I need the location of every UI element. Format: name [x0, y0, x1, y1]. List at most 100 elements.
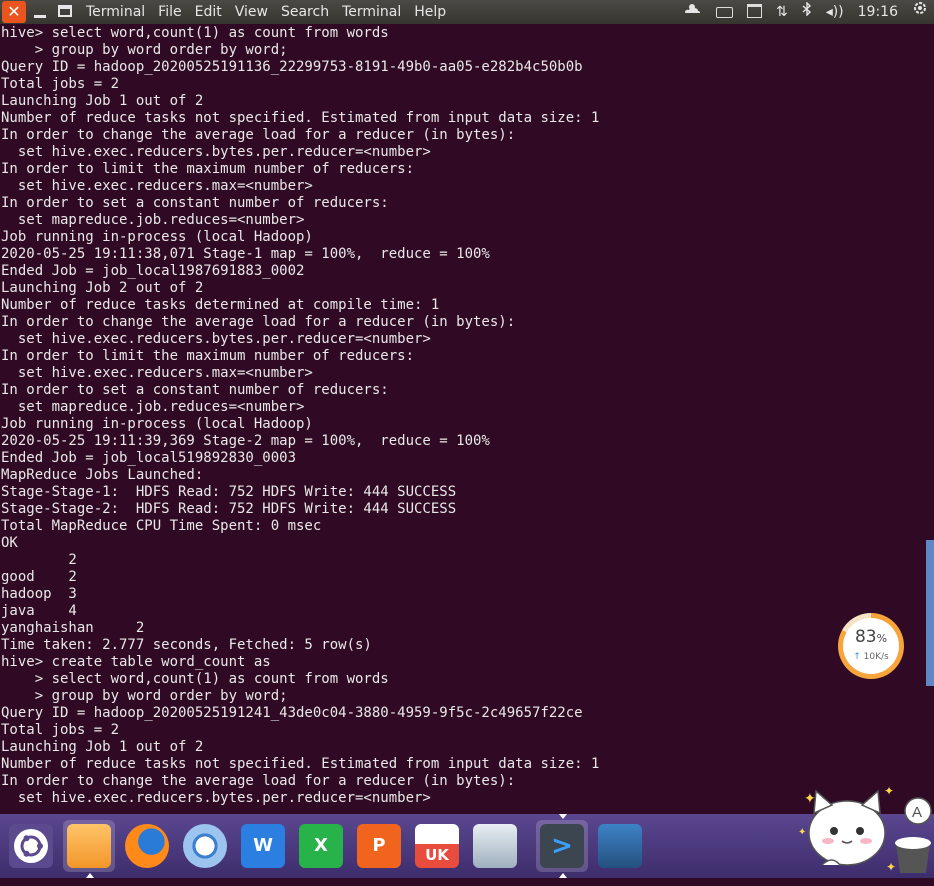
- close-window-button[interactable]: ✕: [2, 1, 26, 23]
- weather-icon[interactable]: [682, 0, 702, 24]
- close-icon: ✕: [7, 2, 21, 21]
- dock-item-terminal[interactable]: >: [536, 814, 588, 878]
- terminal-line: In order to set a constant number of red…: [1, 382, 389, 398]
- ubuntu-kylin-uk-icon: UK: [415, 824, 459, 868]
- dock-item-files[interactable]: [63, 820, 115, 878]
- memory-usage-percent: 83%: [854, 627, 888, 647]
- upload-arrow-icon: ↑: [853, 652, 861, 662]
- keyboard-icon[interactable]: [715, 0, 733, 24]
- terminal-line: In order to change the average load for …: [1, 127, 516, 143]
- dock-item-writer[interactable]: W: [237, 820, 289, 872]
- terminal-line: set hive.exec.reducers.bytes.per.reducer…: [1, 331, 431, 347]
- terminal-line: Total MapReduce CPU Time Spent: 0 msec: [1, 518, 322, 534]
- terminal-line: good 2: [1, 569, 77, 585]
- terminal-output[interactable]: hive> select word,count(1) as count from…: [1, 25, 931, 807]
- terminal-line: set mapreduce.job.reduces=<number>: [1, 399, 305, 415]
- browser-icon: [183, 824, 227, 868]
- terminal-icon: >: [540, 824, 584, 868]
- terminal-line: set hive.exec.reducers.max=<number>: [1, 365, 313, 381]
- dock-item-workspaces[interactable]: [594, 820, 646, 872]
- terminal-line: MapReduce Jobs Launched:: [1, 467, 204, 483]
- dock-item-firefox[interactable]: [121, 820, 173, 872]
- terminal-line: yanghaishan 2: [1, 620, 145, 636]
- terminal-line: Launching Job 2 out of 2: [1, 280, 204, 296]
- dock-item-browser[interactable]: [179, 820, 231, 872]
- volume-icon[interactable]: ◂)): [826, 0, 844, 24]
- terminal-line: set mapreduce.job.reduces=<number>: [1, 212, 305, 228]
- files-icon: [67, 824, 111, 868]
- upload-rate: ↑ 10K/s: [853, 652, 889, 662]
- calendar-icon[interactable]: [746, 0, 762, 24]
- running-indicator: [86, 873, 94, 878]
- terminal-line: In order to limit the maximum number of …: [1, 348, 415, 364]
- terminal-line: 2020-05-25 19:11:38,071 Stage-1 map = 10…: [1, 246, 490, 262]
- system-indicators: ⇅ ◂)) 19:16: [682, 0, 934, 24]
- terminal-line: Time taken: 2.777 seconds, Fetched: 5 ro…: [1, 637, 372, 653]
- menu-search[interactable]: Search: [281, 0, 329, 24]
- system-monitor-icon: [473, 824, 517, 868]
- svg-text:✦: ✦: [884, 784, 894, 798]
- terminal-line: Number of reduce tasks determined at com…: [1, 297, 440, 313]
- minimize-window-button[interactable]: [34, 4, 48, 20]
- terminal-line: Ended Job = job_local519892830_0003: [1, 450, 297, 466]
- wps-presentation-icon: P: [357, 824, 401, 868]
- cat-mascot-image[interactable]: ✦ ✦ ✦ A ✦: [792, 773, 934, 878]
- terminal-line: hadoop 3: [1, 586, 77, 602]
- app-menu: Terminal File Edit View Search Terminal …: [86, 0, 459, 24]
- maximize-window-button[interactable]: [58, 5, 72, 17]
- svg-text:✦: ✦: [798, 827, 806, 838]
- terminal-line: 2: [1, 552, 77, 568]
- menu-terminal[interactable]: Terminal: [342, 0, 401, 24]
- workspace-switcher-icon: [598, 824, 642, 868]
- terminal-line: Stage-Stage-2: HDFS Read: 752 HDFS Write…: [1, 501, 457, 517]
- svg-text:✦: ✦: [804, 791, 816, 807]
- bluetooth-icon[interactable]: [802, 0, 812, 24]
- clock[interactable]: 19:16: [858, 0, 898, 24]
- terminal-line: Ended Job = job_local1987691883_0002: [1, 263, 305, 279]
- terminal-line: > group by word order by word;: [1, 688, 288, 704]
- terminal-line: Number of reduce tasks not specified. Es…: [1, 110, 600, 126]
- terminal-line: set hive.exec.reducers.max=<number>: [1, 178, 313, 194]
- menu-view[interactable]: View: [235, 0, 268, 24]
- menu-edit[interactable]: Edit: [195, 0, 222, 24]
- svg-text:A: A: [912, 804, 922, 821]
- terminal-line: Launching Job 1 out of 2: [1, 739, 204, 755]
- menu-file[interactable]: File: [158, 0, 181, 24]
- running-indicator: [559, 873, 567, 878]
- terminal-line: Job running in-process (local Hadoop): [1, 229, 313, 245]
- wps-writer-icon: W: [241, 824, 285, 868]
- terminal-line: In order to limit the maximum number of …: [1, 161, 415, 177]
- terminal-line: set hive.exec.reducers.bytes.per.reducer…: [1, 144, 431, 160]
- terminal-line: hive> create table word_count as: [1, 654, 271, 670]
- terminal-line: In order to change the average load for …: [1, 314, 516, 330]
- dock-item-spreadsheet[interactable]: X: [295, 820, 347, 872]
- firefox-icon: [125, 824, 169, 868]
- terminal-scrollbar[interactable]: [926, 540, 934, 686]
- terminal-line: Query ID = hadoop_20200525191136_2229975…: [1, 59, 583, 75]
- dock-item-uk[interactable]: UK: [411, 820, 463, 872]
- running-indicator: [559, 814, 567, 819]
- network-icon[interactable]: ⇅: [776, 0, 788, 24]
- svg-text:✦: ✦: [886, 860, 896, 874]
- terminal-line: > group by word order by word;: [1, 42, 288, 58]
- terminal-line: hive> select word,count(1) as count from…: [1, 25, 389, 41]
- terminal-line: OK: [1, 535, 18, 551]
- ubuntu-dash-icon: [9, 824, 53, 868]
- speed-widget-face: 83% ↑ 10K/s: [843, 618, 899, 674]
- terminal-line: Launching Job 1 out of 2: [1, 93, 204, 109]
- terminal-line: In order to set a constant number of red…: [1, 195, 389, 211]
- terminal-line: Total jobs = 2: [1, 76, 120, 92]
- menu-app-terminal[interactable]: Terminal: [86, 0, 145, 24]
- terminal-line: Job running in-process (local Hadoop): [1, 416, 313, 432]
- terminal-line: java 4: [1, 603, 77, 619]
- network-speed-widget[interactable]: 83% ↑ 10K/s: [838, 613, 904, 679]
- dock-item-presentation[interactable]: P: [353, 820, 405, 872]
- dock-item-dash[interactable]: [5, 820, 57, 872]
- dock-item-monitor[interactable]: [469, 820, 521, 872]
- terminal-line: Total jobs = 2: [1, 722, 120, 738]
- wps-spreadsheet-icon: X: [299, 824, 343, 868]
- menu-help[interactable]: Help: [414, 0, 446, 24]
- terminal-line: 2020-05-25 19:11:39,369 Stage-2 map = 10…: [1, 433, 490, 449]
- terminal-line: > select word,count(1) as count from wor…: [1, 671, 389, 687]
- settings-gear-icon[interactable]: [912, 0, 928, 24]
